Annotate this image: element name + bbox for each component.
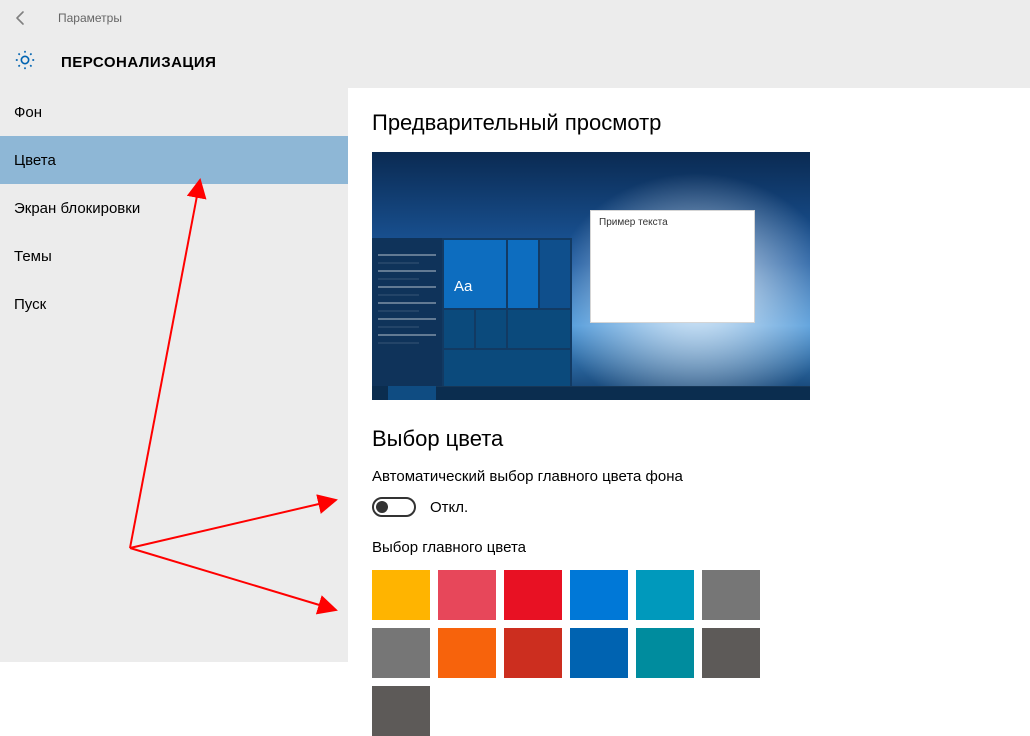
accent-swatch[interactable] [372,628,430,678]
sidebar: Фон Цвета Экран блокировки Темы Пуск [0,88,348,662]
gear-icon [14,49,36,76]
content-pane: Предварительный просмотр [348,88,1030,662]
back-button[interactable] [10,7,32,29]
accent-swatch[interactable] [570,628,628,678]
sidebar-item-start[interactable]: Пуск [0,280,348,328]
preview-sample-window-title: Пример текста [591,211,754,234]
accent-swatch[interactable] [438,570,496,620]
desktop-preview: Пример текста [372,152,810,400]
accent-swatch[interactable] [504,628,562,678]
category-title: ПЕРСОНАЛИЗАЦИЯ [61,54,216,71]
sidebar-item-label: Экран блокировки [14,200,140,217]
accent-swatch[interactable] [504,570,562,620]
title-bar: Параметры [0,0,1030,36]
accent-swatch[interactable] [702,570,760,620]
toggle-knob-icon [376,501,388,513]
category-header: ПЕРСОНАЛИЗАЦИЯ [0,36,1030,88]
sidebar-item-label: Цвета [14,152,56,169]
accent-swatch[interactable] [372,686,430,736]
auto-pick-toggle[interactable] [372,497,416,517]
sidebar-item-background[interactable]: Фон [0,88,348,136]
accent-swatch[interactable] [702,628,760,678]
preview-tile-aa [444,240,506,308]
auto-pick-label: Автоматический выбор главного цвета фона [372,468,1030,485]
preview-start-menu [372,238,572,386]
sidebar-item-label: Фон [14,104,42,121]
accent-swatch[interactable] [636,628,694,678]
sidebar-item-themes[interactable]: Темы [0,232,348,280]
preview-sample-window: Пример текста [590,210,755,323]
accent-swatch[interactable] [438,628,496,678]
toggle-state-text: Откл. [430,499,468,516]
sidebar-item-lockscreen[interactable]: Экран блокировки [0,184,348,232]
app-title: Параметры [58,11,122,25]
accent-swatch[interactable] [372,570,430,620]
sidebar-item-label: Пуск [14,296,46,313]
sidebar-item-colors[interactable]: Цвета [0,136,348,184]
accent-swatch[interactable] [570,570,628,620]
accent-swatch[interactable] [636,570,694,620]
arrow-left-icon [13,10,29,26]
accent-swatch-grid [372,570,782,736]
accent-color-label: Выбор главного цвета [372,539,1030,556]
preview-heading: Предварительный просмотр [372,110,1030,136]
sidebar-item-label: Темы [14,248,52,265]
color-section-heading: Выбор цвета [372,426,1030,452]
